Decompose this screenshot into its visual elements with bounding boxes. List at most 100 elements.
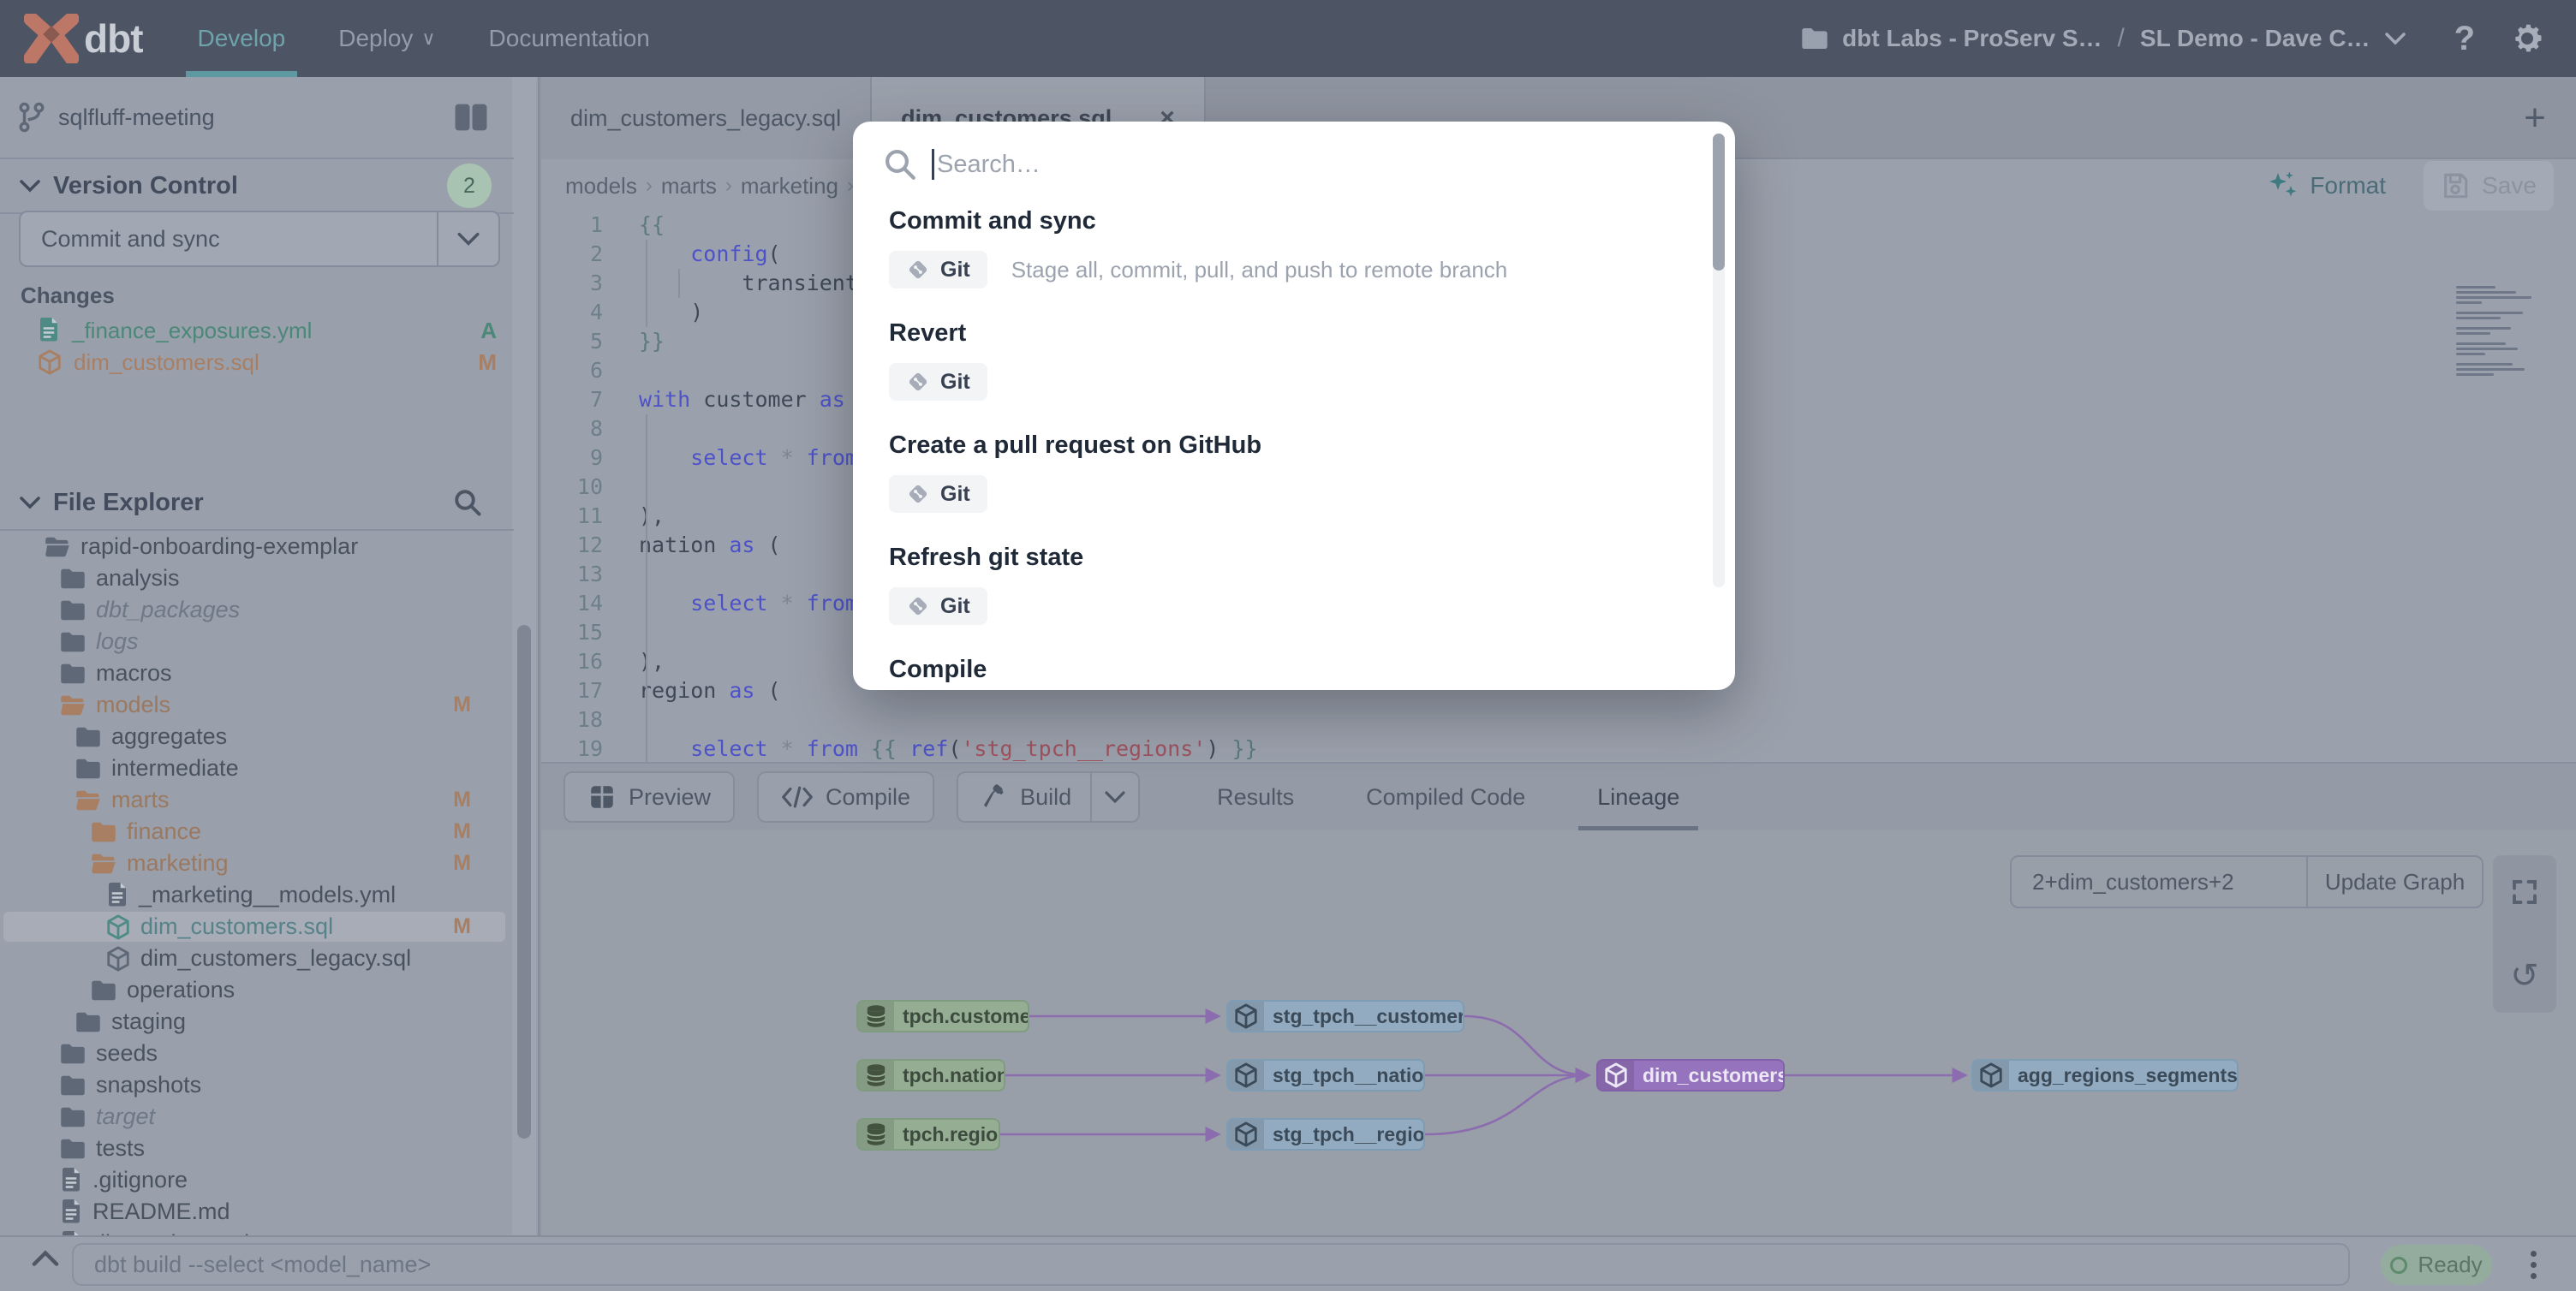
kebab-menu-icon[interactable]	[2516, 1244, 2550, 1285]
source-db-icon	[858, 1118, 894, 1151]
node-label: dim_customers	[1643, 1064, 1785, 1087]
commit-and-sync-button[interactable]: Commit and sync	[19, 211, 500, 267]
file-tree-item-seeds[interactable]: seeds	[0, 1038, 514, 1069]
file-tree-item-dim_customers.sql[interactable]: dim_customers.sqlM	[0, 911, 514, 943]
branch-name: sqlfluff-meeting	[58, 104, 215, 131]
file-tree-item-dbt_project.yml[interactable]: dbt_project.yml	[0, 1228, 514, 1235]
folder-icon	[60, 599, 86, 622]
chevron-down-icon[interactable]	[2384, 32, 2406, 45]
changed-file-row[interactable]: _finance_exposures.ymlA	[38, 315, 514, 346]
palette-scrollbar-thumb[interactable]	[1713, 134, 1725, 271]
panel-tab-lineage[interactable]: Lineage	[1597, 763, 1679, 831]
file-tree-item-staging[interactable]: staging	[0, 1006, 514, 1038]
gear-icon[interactable]	[2509, 21, 2545, 57]
lineage-node-agg_regions_segments[interactable]: agg_regions_segments	[1971, 1059, 2239, 1092]
file-tree-item-.gitignore[interactable]: .gitignore	[0, 1164, 514, 1196]
breadcrumb-item[interactable]: models	[565, 173, 637, 199]
file-tree-item-rapid-onboarding-exemplar[interactable]: rapid-onboarding-exemplar	[0, 531, 514, 562]
project-name[interactable]: SL Demo - Dave C…	[2140, 25, 2370, 52]
nav-link-develop[interactable]: Develop	[198, 0, 286, 77]
compile-button[interactable]: Compile	[757, 771, 934, 823]
hammer-icon	[981, 783, 1008, 811]
save-button[interactable]: Save	[2424, 161, 2554, 211]
file-tree-item-dbt_packages[interactable]: dbt_packages	[0, 594, 514, 626]
lineage-node-tpch.nation[interactable]: tpch.nation	[856, 1059, 1005, 1092]
build-options-chevron[interactable]	[1090, 773, 1138, 821]
file-explorer-header[interactable]: File Explorer	[0, 476, 514, 531]
file-tree-item-models[interactable]: modelsM	[0, 689, 514, 721]
fullscreen-icon[interactable]	[2493, 860, 2556, 924]
file-tree-item-analysis[interactable]: analysis	[0, 562, 514, 594]
lineage-selector-group: 2+dim_customers+2 Update Graph	[2010, 855, 2484, 908]
palette-search-row[interactable]: Search…	[853, 122, 1735, 207]
folder-icon	[60, 1043, 86, 1065]
save-disk-icon	[2441, 171, 2470, 200]
lineage-node-dim_customers[interactable]: dim_customers	[1596, 1059, 1785, 1092]
commit-options-chevron[interactable]	[437, 212, 498, 265]
format-button[interactable]: Format	[2265, 169, 2386, 203]
file-tree-item-logs[interactable]: logs	[0, 626, 514, 657]
file-tree-item-operations[interactable]: operations	[0, 974, 514, 1006]
panel-tab-results[interactable]: Results	[1217, 763, 1294, 831]
file-tree-item-README.md[interactable]: README.md	[0, 1196, 514, 1228]
file-tree-item-_marketing__models.yml[interactable]: _marketing__models.yml	[0, 879, 514, 911]
code-line[interactable]: 18	[541, 705, 2576, 735]
nav-link-deploy[interactable]: Deploy∨	[338, 0, 435, 77]
help-icon[interactable]: ?	[2454, 20, 2475, 58]
nav-link-label: Develop	[198, 25, 286, 52]
file-tree-item-tests[interactable]: tests	[0, 1133, 514, 1164]
breadcrumb-item[interactable]: marts	[661, 173, 717, 199]
breadcrumb-separator: ›	[725, 174, 732, 198]
build-button[interactable]: Build	[957, 771, 1140, 823]
model-cube-icon	[1228, 1059, 1264, 1092]
file-tree-item-target[interactable]: target	[0, 1101, 514, 1133]
lineage-node-tpch.customer[interactable]: tpch.customer	[856, 1000, 1029, 1032]
account-name[interactable]: dbt Labs - ProServ S…	[1842, 25, 2102, 52]
palette-item-refresh-git-state[interactable]: Refresh git stateGit	[853, 544, 1735, 625]
node-label: stg_tpch__regions	[1273, 1123, 1425, 1146]
lineage-node-stg_tpch__regions[interactable]: stg_tpch__regions	[1226, 1118, 1425, 1151]
collapse-panel-chevron[interactable]	[31, 1249, 60, 1272]
git-branch-row[interactable]: sqlfluff-meeting	[0, 77, 514, 159]
lineage-node-stg_tpch__customers[interactable]: stg_tpch__customers	[1226, 1000, 1464, 1032]
docs-book-icon[interactable]	[454, 103, 488, 132]
editor-minimap[interactable]	[2456, 286, 2557, 370]
panel-tab-compiled-code[interactable]: Compiled Code	[1366, 763, 1525, 831]
breadcrumb-item[interactable]: marketing	[741, 173, 838, 199]
changed-file-row[interactable]: dim_customers.sqlM	[38, 347, 514, 378]
code-line[interactable]: 19 select * from {{ ref('stg_tpch__regio…	[541, 735, 2576, 764]
dbt-logo[interactable]: dbt	[24, 14, 143, 63]
changes-count-badge: 2	[447, 164, 492, 208]
bottom-toolbar: Preview Compile Build Results Compiled Code L…	[541, 762, 2576, 830]
file-tree-item-marts[interactable]: martsM	[0, 784, 514, 816]
file-tree-scrollbar-thumb[interactable]	[517, 625, 531, 1139]
palette-item-compile[interactable]: Compile⌘⇧Enter	[853, 656, 1735, 690]
file-tree-item-snapshots[interactable]: snapshots	[0, 1069, 514, 1101]
search-icon[interactable]	[452, 487, 483, 518]
file-tree-item-macros[interactable]: macros	[0, 657, 514, 689]
lineage-selector-input[interactable]: 2+dim_customers+2	[2012, 857, 2306, 907]
nav-link-documentation[interactable]: Documentation	[489, 0, 650, 77]
lineage-node-tpch.region[interactable]: tpch.region	[856, 1118, 1000, 1151]
dbt-command-input[interactable]: dbt build --select <model_name>	[72, 1243, 2350, 1286]
file-tree-item-finance[interactable]: financeM	[0, 816, 514, 848]
update-graph-button[interactable]: Update Graph	[2306, 857, 2482, 907]
reset-view-icon[interactable]: ↺	[2493, 944, 2556, 1008]
preview-button[interactable]: Preview	[564, 771, 735, 823]
editor-tab-dim_customers_legacy.sql[interactable]: dim_customers_legacy.sql	[541, 77, 872, 159]
sparkles-icon	[2265, 169, 2299, 203]
palette-item-commit-and-sync[interactable]: Commit and syncGitStage all, commit, pul…	[853, 207, 1735, 289]
palette-item-revert[interactable]: RevertGit	[853, 319, 1735, 401]
palette-item-create-a-pull-request-on-github[interactable]: Create a pull request on GitHubGit	[853, 431, 1735, 513]
git-icon	[906, 482, 930, 506]
new-tab-button[interactable]: +	[2494, 77, 2576, 159]
lineage-node-stg_tpch__nations[interactable]: stg_tpch__nations	[1226, 1059, 1425, 1092]
file-tree-item-marketing[interactable]: marketingM	[0, 848, 514, 879]
chevron-down-icon	[19, 496, 41, 509]
file-tree-item-intermediate[interactable]: intermediate	[0, 753, 514, 784]
file-tree-item-dim_customers_legacy.sql[interactable]: dim_customers_legacy.sql	[0, 943, 514, 974]
file-tree-item-aggregates[interactable]: aggregates	[0, 721, 514, 753]
nav-link-label: Documentation	[489, 25, 650, 52]
version-control-header[interactable]: Version Control 2	[0, 159, 514, 214]
file-explorer-title: File Explorer	[53, 489, 204, 517]
